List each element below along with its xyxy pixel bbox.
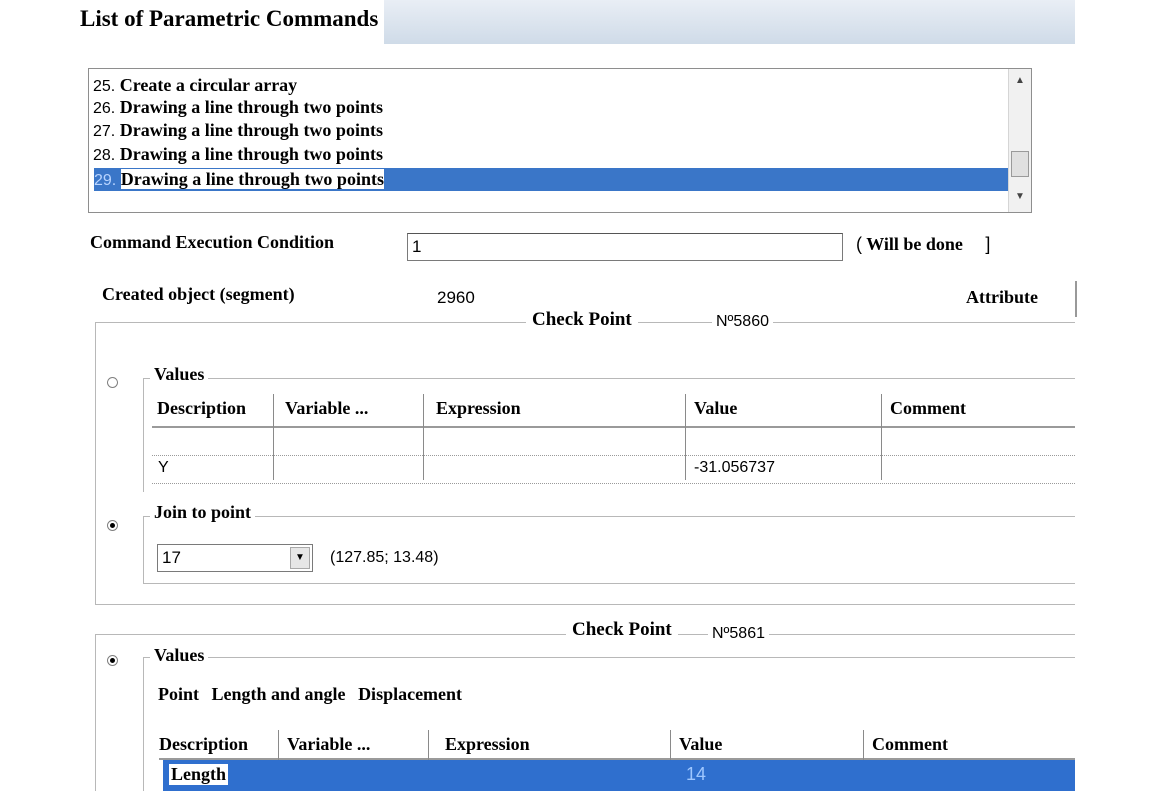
check-point-2-title: Check Point xyxy=(566,619,678,641)
values-radio-1[interactable] xyxy=(107,377,118,388)
grid-separator xyxy=(670,730,671,760)
grid-header: Description Variable ... Expression Valu… xyxy=(159,730,1075,760)
values-group-1-top xyxy=(143,378,1075,379)
column-description[interactable]: Description xyxy=(159,734,248,755)
check-point-2-number: Nº5861 xyxy=(708,625,769,643)
column-expression[interactable]: Expression xyxy=(436,398,521,419)
list-item[interactable]: 25. Create a circular array xyxy=(93,74,297,97)
join-point-select[interactable]: 17 ▼ xyxy=(157,544,313,572)
values-group-2-top xyxy=(143,657,1075,658)
values-group-2-label: Values xyxy=(150,645,209,666)
grid-header: Description Variable ... Expression Valu… xyxy=(152,394,1075,428)
scroll-down-icon[interactable]: ▼ xyxy=(1009,191,1031,202)
column-comment[interactable]: Comment xyxy=(890,398,966,419)
column-comment[interactable]: Comment xyxy=(872,734,948,755)
list-item-selected[interactable]: 29. Drawing a line through two points xyxy=(94,168,1026,191)
values-radio-2[interactable] xyxy=(107,655,118,666)
condition-label: Command Execution Condition xyxy=(90,232,335,252)
check-point-1-number: Nº5860 xyxy=(712,313,773,331)
join-group-label: Join to point xyxy=(150,502,256,523)
join-group-bottom xyxy=(143,583,1075,584)
table-row-selected[interactable]: Length 14 xyxy=(163,760,1075,791)
chevron-down-icon[interactable]: ▼ xyxy=(290,547,310,569)
values-group-1-label: Values xyxy=(150,364,209,385)
check-point-1-frame-left xyxy=(95,322,96,605)
values-grid-1[interactable]: Description Variable ... Expression Valu… xyxy=(152,394,1075,486)
table-row[interactable] xyxy=(152,428,1075,456)
scrollbar-thumb[interactable] xyxy=(1011,151,1029,177)
list-item[interactable]: 26. Drawing a line through two points xyxy=(93,96,383,119)
tab-displacement[interactable]: Displacement xyxy=(358,684,462,704)
column-variable[interactable]: Variable ... xyxy=(285,398,368,419)
column-value[interactable]: Value xyxy=(679,734,722,755)
column-description[interactable]: Description xyxy=(157,398,246,419)
created-object-label: Created object (segment) xyxy=(102,284,295,304)
window-title: List of Parametric Commands xyxy=(76,0,385,46)
column-value[interactable]: Value xyxy=(694,398,737,419)
scroll-up-icon[interactable]: ▲ xyxy=(1009,75,1031,86)
condition-input[interactable]: 1 xyxy=(407,233,843,261)
grid-separator xyxy=(428,730,429,760)
list-item[interactable]: 27. Drawing a line through two points xyxy=(93,119,383,142)
join-group-top xyxy=(143,516,1075,517)
check-point-2-frame-left xyxy=(95,634,96,791)
column-variable[interactable]: Variable ... xyxy=(287,734,370,755)
column-expression[interactable]: Expression xyxy=(445,734,530,755)
join-radio[interactable] xyxy=(107,520,118,531)
tab-length-and-angle[interactable]: Length and angle xyxy=(212,684,346,704)
join-point-coordinates: (127.85; 13.48) xyxy=(330,549,439,566)
grid-separator xyxy=(278,730,279,760)
grid-separator xyxy=(863,730,864,760)
values-tabs: Point Length and angle Displacement xyxy=(158,684,462,705)
condition-status: ( Will be done ] xyxy=(856,234,991,254)
list-item[interactable]: 28. Drawing a line through two points xyxy=(93,143,383,166)
check-point-1-title: Check Point xyxy=(526,309,638,331)
tab-point[interactable]: Point xyxy=(158,684,199,704)
attribute-button[interactable]: Attribute xyxy=(966,287,1038,308)
join-group-left xyxy=(143,516,144,584)
created-object-value: 2960 xyxy=(437,288,475,307)
table-row[interactable]: Y -31.056737 xyxy=(152,456,1075,484)
command-list[interactable]: 25. Create a circular array 26. Drawing … xyxy=(88,68,1032,213)
attribute-button-edge xyxy=(1072,281,1077,317)
check-point-1-frame-bottom xyxy=(95,604,1075,605)
list-scrollbar[interactable]: ▲ ▼ xyxy=(1008,69,1031,212)
values-group-1-left xyxy=(143,378,144,492)
values-group-2-left xyxy=(143,657,144,791)
